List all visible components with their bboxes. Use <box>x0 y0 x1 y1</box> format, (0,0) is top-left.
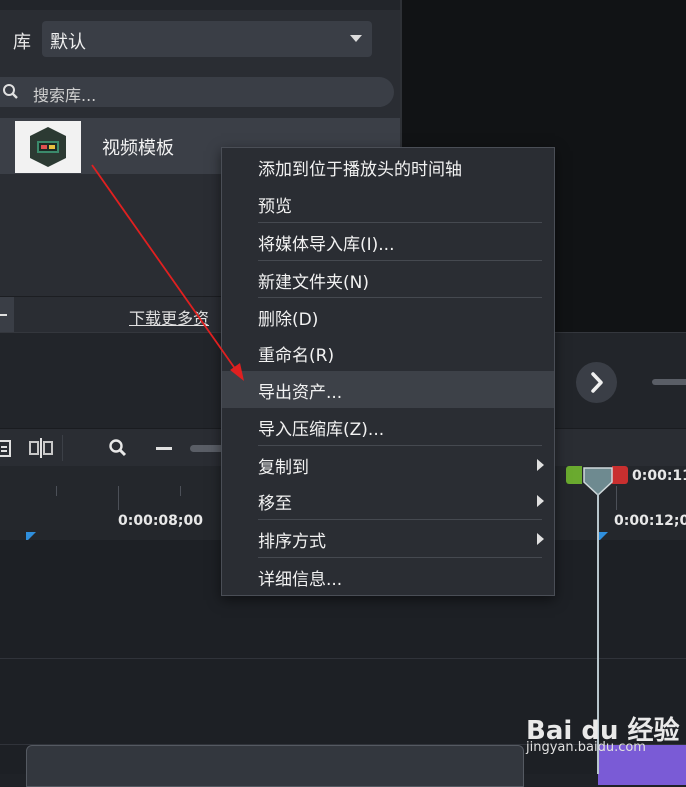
library-item-label: 视频模板 <box>102 138 174 159</box>
search-placeholder: 搜索库... <box>33 86 97 105</box>
zoom-icon[interactable] <box>108 438 128 458</box>
menu-item-label: 移至 <box>258 494 292 514</box>
menu-item-copy-to[interactable]: 复制到 <box>222 446 554 483</box>
menu-item-sort-by[interactable]: 排序方式 <box>222 520 554 557</box>
menu-item-label: 重命名(R) <box>258 346 335 366</box>
volume-slider[interactable] <box>652 379 686 385</box>
chevron-down-icon <box>350 35 362 42</box>
template-icon <box>30 127 66 167</box>
ruler-tick <box>118 486 119 510</box>
watermark: Bai du 经验 jingyan.baidu.com <box>526 700 686 760</box>
search-icon <box>3 84 18 99</box>
menu-item-label: 将媒体导入库(I)... <box>258 235 395 255</box>
remove-button[interactable] <box>0 297 14 333</box>
menu-item-preview[interactable]: 预览 <box>222 185 554 222</box>
submenu-arrow-icon <box>537 533 544 545</box>
ruler-time-label: 0:00:12;00 <box>614 513 686 529</box>
menu-item-label: 新建文件夹(N) <box>258 273 369 293</box>
chevron-right-icon <box>591 372 603 393</box>
menu-item-label: 复制到 <box>258 458 309 478</box>
menu-item-add-to-timeline[interactable]: 添加到位于播放头的时间轴 <box>222 148 554 185</box>
library-top-strip <box>0 0 400 10</box>
template-thumbnail <box>15 121 81 173</box>
menu-item-label: 预览 <box>258 197 292 217</box>
library-label: 库 <box>13 32 31 53</box>
ruler-tick <box>56 486 57 496</box>
menu-item-label: 详细信息... <box>258 570 343 590</box>
ruler-tick <box>180 486 181 496</box>
menu-item-move-to[interactable]: 移至 <box>222 482 554 519</box>
watermark-url: jingyan.baidu.com <box>526 740 646 755</box>
toolbar-divider <box>62 435 63 461</box>
track-divider <box>0 658 686 659</box>
menu-item-import-zip-library[interactable]: 导入压缩库(Z)... <box>222 408 554 445</box>
minus-icon <box>0 314 7 316</box>
submenu-arrow-icon <box>537 495 544 507</box>
menu-item-import-media[interactable]: 将媒体导入库(I)... <box>222 223 554 260</box>
menu-item-delete[interactable]: 删除(D) <box>222 298 554 335</box>
next-button[interactable] <box>576 362 617 403</box>
menu-item-export-asset[interactable]: 导出资产... <box>222 371 554 408</box>
playhead-in-handle[interactable] <box>566 466 582 484</box>
menu-item-new-folder[interactable]: 新建文件夹(N) <box>222 261 554 298</box>
library-search-input[interactable]: 搜索库... <box>0 77 394 107</box>
menu-item-label: 添加到位于播放头的时间轴 <box>258 160 462 180</box>
library-dropdown-value: 默认 <box>50 32 86 53</box>
menu-item-label: 排序方式 <box>258 532 326 552</box>
playhead-handle[interactable] <box>582 466 614 496</box>
playhead-out-handle[interactable] <box>612 466 628 484</box>
menu-item-label: 导入压缩库(Z)... <box>258 420 385 440</box>
menu-item-label: 导出资产... <box>258 383 343 403</box>
paste-icon[interactable] <box>0 438 12 458</box>
zoom-out-button[interactable] <box>156 447 172 450</box>
context-menu: 添加到位于播放头的时间轴 预览 将媒体导入库(I)... 新建文件夹(N) 删除… <box>221 147 555 596</box>
menu-item-rename[interactable]: 重命名(R) <box>222 334 554 371</box>
playhead-time-label: 0:00:11; <box>632 468 686 484</box>
menu-item-details[interactable]: 详细信息... <box>222 558 554 595</box>
submenu-arrow-icon <box>537 459 544 471</box>
split-icon[interactable] <box>28 437 54 459</box>
ruler-tick <box>616 486 617 510</box>
timeline-clip[interactable] <box>26 745 524 787</box>
menu-item-label: 删除(D) <box>258 310 319 330</box>
download-more-link[interactable]: 下载更多资 <box>129 305 209 329</box>
ruler-time-label: 0:00:08;00 <box>118 513 203 529</box>
library-dropdown[interactable]: 默认 <box>42 21 372 57</box>
